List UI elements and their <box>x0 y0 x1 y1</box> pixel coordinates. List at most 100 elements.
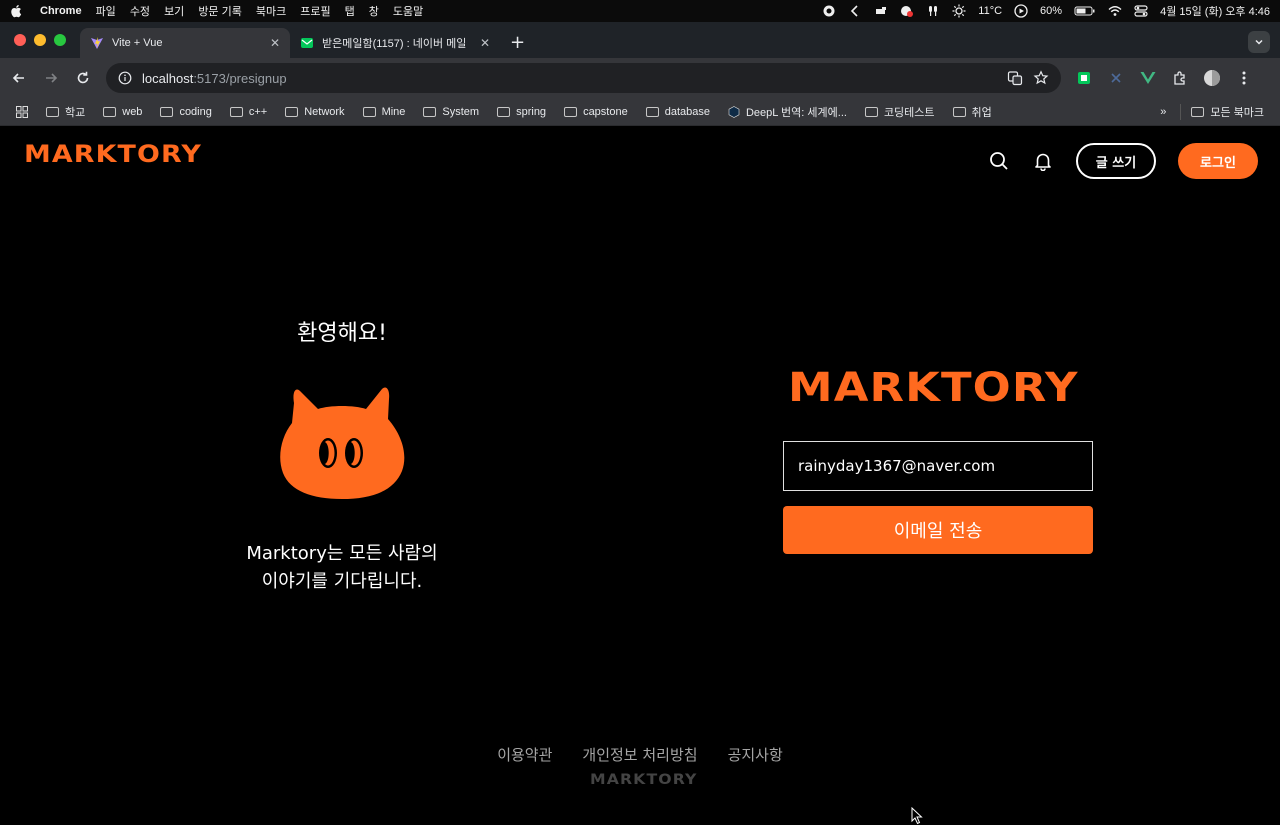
bookmark-folder[interactable]: System <box>417 106 485 118</box>
tab-close-icon[interactable]: ✕ <box>270 36 280 50</box>
footer-link-terms[interactable]: 이용약관 <box>497 744 552 765</box>
site-info-icon[interactable] <box>118 71 132 85</box>
apps-grid-icon <box>16 105 28 118</box>
recording-indicator-icon[interactable] <box>900 4 914 18</box>
folder-icon <box>645 106 659 117</box>
folder-icon <box>423 106 437 117</box>
search-icon <box>990 152 1008 170</box>
chrome-toolbar: localhost:5173/presignup <box>0 58 1280 98</box>
notifications-button[interactable] <box>1032 150 1054 172</box>
chrome-menu-icon[interactable] <box>1235 69 1253 87</box>
wifi-icon[interactable] <box>1108 4 1122 18</box>
address-bar[interactable]: localhost:5173/presignup <box>106 63 1061 93</box>
menubar-clock[interactable]: 4월 15일 (화) 오후 4:46 <box>1160 3 1270 19</box>
battery-icon[interactable] <box>1074 4 1096 18</box>
tagline: Marktory는 모든 사람의 이야기를 기다립니다. <box>212 540 472 596</box>
dino-icon[interactable] <box>874 4 888 18</box>
menu-edit[interactable]: 수정 <box>130 3 150 19</box>
forward-button[interactable] <box>42 69 60 87</box>
bookmark-folder[interactable]: capstone <box>558 106 634 118</box>
folder-icon <box>564 106 578 117</box>
airpods-icon[interactable] <box>926 4 940 18</box>
footer-link-notice[interactable]: 공지사항 <box>728 744 783 765</box>
bookmark-folder[interactable]: Network <box>279 106 350 118</box>
bookmark-deepl[interactable]: DeepL 번역: 세계에... <box>722 104 853 120</box>
bookmark-folder[interactable]: coding <box>154 106 217 118</box>
tab-label: Vite + Vue <box>112 37 163 49</box>
url-host: localhost <box>142 70 194 86</box>
bookmark-folder[interactable]: web <box>97 106 148 118</box>
bookmark-folder[interactable]: 취업 <box>947 104 998 120</box>
record-icon[interactable] <box>822 4 836 18</box>
chrome-tab-strip: Vite + Vue ✕ 받은메일함(1157) : 네이버 메일 ✕ + <box>0 22 1280 58</box>
vue-devtools-icon[interactable] <box>1139 69 1157 87</box>
bookmark-folder[interactable]: 학교 <box>40 104 91 120</box>
header-logo[interactable]: MARKTORY <box>24 140 202 168</box>
extension-x-icon[interactable] <box>1107 69 1125 87</box>
bookmark-label: 모든 북마크 <box>1210 106 1264 119</box>
tab-naver-mail[interactable]: 받은메일함(1157) : 네이버 메일 ✕ <box>290 28 500 58</box>
extensions-puzzle-icon[interactable] <box>1171 69 1189 87</box>
folder-icon <box>160 106 174 117</box>
bookmark-label: 코딩테스트 <box>883 106 935 119</box>
apple-icon[interactable] <box>10 4 24 18</box>
bookmarks-bar: 학교 web coding c++ Network Mine System sp… <box>0 98 1280 126</box>
translate-icon[interactable] <box>1007 70 1023 86</box>
folder-icon <box>497 106 511 117</box>
folder-icon <box>1191 106 1205 117</box>
folder-icon <box>362 106 376 117</box>
email-field[interactable] <box>783 441 1093 491</box>
menu-tab[interactable]: 탭 <box>345 3 355 19</box>
bookmark-label: Network <box>304 105 345 118</box>
write-post-button[interactable]: 글 쓰기 <box>1076 143 1156 179</box>
close-window-button[interactable] <box>14 34 26 46</box>
all-bookmarks-folder[interactable]: 모든 북마크 <box>1180 103 1270 120</box>
menu-window[interactable]: 창 <box>369 3 379 19</box>
arrow-right-icon <box>46 73 58 83</box>
menu-help[interactable]: 도움말 <box>393 3 423 19</box>
folder-icon <box>285 106 299 117</box>
tab-close-icon[interactable]: ✕ <box>480 36 490 50</box>
menu-profile[interactable]: 프로필 <box>300 3 330 19</box>
back-button[interactable] <box>10 69 28 87</box>
minimize-window-button[interactable] <box>34 34 46 46</box>
window-controls <box>0 22 80 58</box>
new-tab-button[interactable]: + <box>510 28 525 58</box>
maximize-window-button[interactable] <box>54 34 66 46</box>
login-button[interactable]: 로그인 <box>1178 143 1258 179</box>
naver-extension-icon[interactable] <box>1075 69 1093 87</box>
menubar-app-name[interactable]: Chrome <box>40 5 82 17</box>
search-button[interactable] <box>988 150 1010 172</box>
control-center-icon[interactable] <box>1134 4 1148 18</box>
chevron-down-icon <box>1255 39 1263 45</box>
bookmark-folder[interactable]: 코딩테스트 <box>859 104 941 120</box>
profile-avatar[interactable] <box>1203 69 1221 87</box>
bookmark-folder[interactable]: database <box>640 106 716 118</box>
bookmark-folder[interactable]: spring <box>491 106 552 118</box>
reload-icon <box>77 71 89 84</box>
footer-link-privacy[interactable]: 개인정보 처리방침 <box>582 744 697 765</box>
weather-sun-icon[interactable] <box>952 4 966 18</box>
menu-history[interactable]: 방문 기록 <box>198 3 242 19</box>
menu-file[interactable]: 파일 <box>96 3 116 19</box>
apps-button[interactable] <box>10 105 34 118</box>
weather-temperature[interactable]: 11°C <box>978 5 1002 17</box>
bookmark-star-icon[interactable] <box>1033 70 1049 86</box>
bookmark-label: System <box>442 105 480 118</box>
menu-view[interactable]: 보기 <box>164 3 184 19</box>
footer-links: 이용약관 개인정보 처리방침 공지사항 <box>0 744 1280 765</box>
tab-vite-vue[interactable]: Vite + Vue ✕ <box>80 28 290 58</box>
play-icon[interactable] <box>1014 4 1028 18</box>
chevron-left-icon[interactable] <box>848 4 862 18</box>
send-email-button[interactable]: 이메일 전송 <box>783 506 1093 554</box>
reload-button[interactable] <box>74 69 92 87</box>
tab-search-button[interactable] <box>1248 31 1270 53</box>
bookmark-folder[interactable]: Mine <box>357 106 412 118</box>
bookmark-folder[interactable]: c++ <box>224 106 273 118</box>
bookmarks-overflow-button[interactable]: » <box>1160 106 1166 118</box>
menu-bookmarks[interactable]: 북마크 <box>256 3 286 19</box>
folder-icon <box>952 106 966 117</box>
form-logo: MARKTORY <box>788 365 1079 411</box>
menubar-status-area: 11°C 60% 4월 15일 (화) 오후 4:46 <box>822 3 1270 19</box>
arrow-left-icon <box>12 73 24 83</box>
